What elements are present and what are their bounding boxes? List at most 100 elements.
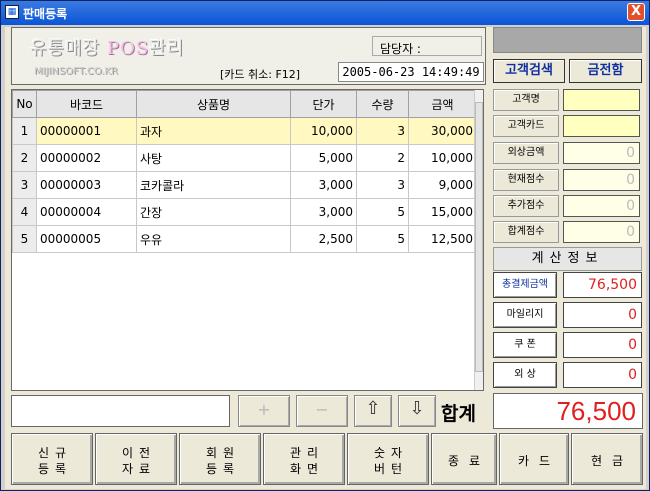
coupon-value[interactable]: 0 [563, 332, 642, 358]
barcode-entry-input[interactable] [11, 395, 230, 427]
title-bar[interactable]: ▦ 판매등록 X [1, 1, 649, 25]
number-buttons-label-1: 숫자 [373, 446, 409, 460]
col-header-product[interactable]: 상품명 [136, 90, 291, 118]
cell-price[interactable]: 10,000 [290, 117, 357, 145]
cell-qty[interactable]: 5 [356, 198, 409, 226]
cell-amount[interactable]: 12,500 [408, 225, 477, 253]
col-header-barcode[interactable]: 바코드 [36, 90, 137, 118]
cell-barcode[interactable]: 00000001 [36, 117, 137, 145]
table-row[interactable]: 1 00000001 과자 10,000 3 30,000 [12, 117, 477, 145]
exit-button[interactable]: 종료 [431, 433, 497, 485]
cell-barcode[interactable]: 00000002 [36, 144, 137, 172]
cell-amount[interactable]: 30,000 [408, 117, 477, 145]
cell-no: 3 [12, 171, 37, 199]
col-header-price[interactable]: 단가 [290, 90, 357, 118]
brand-domain: MIJINSOFT.CO.KR [34, 66, 118, 77]
cell-price[interactable]: 3,000 [290, 198, 357, 226]
app-icon: ▦ [5, 5, 19, 19]
cell-barcode[interactable]: 00000004 [36, 198, 137, 226]
exit-label: 종료 [447, 454, 491, 468]
cell-qty[interactable]: 5 [356, 225, 409, 253]
table-row[interactable]: 3 00000003 코카콜라 3,000 3 9,000 [12, 171, 477, 199]
cell-qty[interactable]: 3 [356, 117, 409, 145]
cell-product[interactable]: 코카콜라 [136, 171, 291, 199]
cell-product[interactable]: 과자 [136, 117, 291, 145]
current-points-field: 0 [563, 169, 640, 191]
cell-price[interactable]: 2,500 [290, 225, 357, 253]
minus-button[interactable]: − [296, 395, 348, 427]
previous-data-button[interactable]: 이전 자료 [95, 433, 177, 485]
admin-screen-label-2: 화면 [289, 462, 325, 476]
grid-vertical-scrollbar[interactable] [474, 90, 483, 390]
brand-pos: POS [106, 38, 150, 59]
sales-table: No 바코드 상품명 단가 수량 금액 1 00000001 과자 10,000 [12, 90, 477, 253]
cell-barcode[interactable]: 00000003 [36, 171, 137, 199]
current-points-label: 현재점수 [493, 169, 559, 191]
table-row[interactable]: 5 00000005 우유 2,500 5 12,500 [12, 225, 477, 253]
cell-product[interactable]: 사탕 [136, 144, 291, 172]
customer-card-label: 고객카드 [493, 115, 559, 137]
customer-card-field[interactable] [563, 115, 640, 137]
header-panel: 유통매장 POS관리 MIJINSOFT.CO.KR [카드 취소: F12] … [11, 27, 486, 85]
cell-product[interactable]: 간장 [136, 198, 291, 226]
cell-no: 4 [12, 198, 37, 226]
added-points-label: 추가점수 [493, 195, 559, 217]
new-entry-label-2: 등록 [37, 462, 73, 476]
cell-amount[interactable]: 9,000 [408, 171, 477, 199]
table-row[interactable]: 2 00000002 사탕 5,000 2 10,000 [12, 144, 477, 172]
arrow-down-icon[interactable]: ⇩ [398, 395, 436, 427]
arrow-up-icon[interactable]: ⇧ [354, 395, 392, 427]
col-header-amount[interactable]: 금액 [408, 90, 477, 118]
customer-display-panel [493, 27, 642, 53]
credit-value[interactable]: 0 [563, 362, 642, 388]
client-area: 유통매장 POS관리 MIJINSOFT.CO.KR [카드 취소: F12] … [5, 27, 646, 489]
cell-product[interactable]: 우유 [136, 225, 291, 253]
previous-data-label-2: 자료 [121, 462, 157, 476]
credit-button[interactable]: 외 상 [493, 362, 557, 388]
number-buttons-button[interactable]: 숫자버턴 [347, 433, 429, 485]
number-buttons-label-2: 버턴 [373, 462, 409, 476]
scrollbar-thumb[interactable] [475, 102, 483, 372]
member-register-label-2: 등록 [205, 462, 241, 476]
member-register-button[interactable]: 회원등록 [179, 433, 261, 485]
new-entry-label-1: 신규 [37, 446, 73, 460]
close-button[interactable]: X [627, 3, 645, 21]
table-row[interactable]: 4 00000004 간장 3,000 5 15,000 [12, 198, 477, 226]
customer-name-field[interactable] [563, 89, 640, 111]
credit-amount-label: 외상금액 [493, 142, 559, 164]
total-payment-label: 총결제금액 [493, 272, 557, 298]
member-register-label-1: 회원 [205, 446, 241, 460]
cell-price[interactable]: 3,000 [290, 171, 357, 199]
col-header-qty[interactable]: 수량 [356, 90, 409, 118]
brand-prefix: 유통매장 [30, 38, 107, 59]
plus-button[interactable]: + [238, 395, 290, 427]
brand-logo: 유통매장 POS관리 [30, 34, 184, 60]
mileage-value[interactable]: 0 [563, 302, 642, 328]
cell-no: 1 [12, 117, 37, 145]
added-points-field: 0 [563, 195, 640, 217]
cell-amount[interactable]: 10,000 [408, 144, 477, 172]
total-label: 합계 [441, 403, 476, 425]
new-entry-button[interactable]: 신규등록 [11, 433, 93, 485]
brand-suffix: 관리 [149, 38, 185, 59]
cell-qty[interactable]: 2 [356, 144, 409, 172]
admin-screen-label-1: 관리 [289, 446, 325, 460]
mileage-button[interactable]: 마일리지 [493, 302, 557, 328]
cell-no: 2 [12, 144, 37, 172]
sales-grid[interactable]: No 바코드 상품명 단가 수량 금액 1 00000001 과자 10,000 [11, 89, 484, 391]
total-payment-value: 76,500 [563, 272, 642, 298]
cell-price[interactable]: 5,000 [290, 144, 357, 172]
cell-qty[interactable]: 3 [356, 171, 409, 199]
cash-drawer-button[interactable]: 금전함 [569, 59, 642, 83]
admin-screen-button[interactable]: 관리화면 [263, 433, 345, 485]
cell-no: 5 [12, 225, 37, 253]
cash-payment-button[interactable]: 현금 [571, 433, 643, 485]
coupon-button[interactable]: 쿠 폰 [493, 332, 557, 358]
col-header-no[interactable]: No [12, 90, 37, 118]
card-payment-button[interactable]: 카드 [499, 433, 569, 485]
customer-search-button[interactable]: 고객검색 [493, 59, 565, 83]
table-header-row: No 바코드 상품명 단가 수량 금액 [12, 90, 477, 118]
datetime-display: 2005-06-23 14:49:49 [338, 62, 484, 82]
cell-barcode[interactable]: 00000005 [36, 225, 137, 253]
cell-amount[interactable]: 15,000 [408, 198, 477, 226]
